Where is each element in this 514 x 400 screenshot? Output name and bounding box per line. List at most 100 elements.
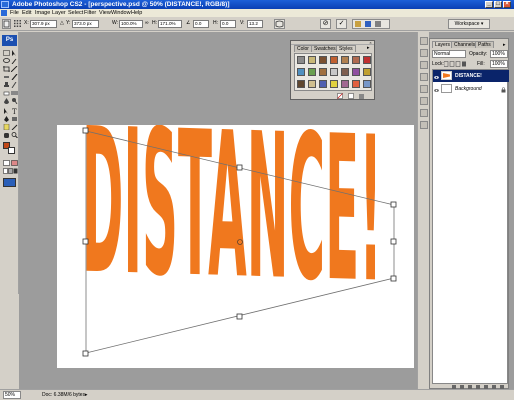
menu-filter[interactable]: Filter xyxy=(84,9,96,17)
cancel-transform-button[interactable]: ⊘ xyxy=(320,19,331,29)
zoom-tool-icon[interactable] xyxy=(11,132,18,139)
tab-color[interactable]: Color xyxy=(294,45,312,52)
gradient-tool-icon[interactable] xyxy=(11,90,18,96)
menu-help[interactable]: Help xyxy=(131,9,142,17)
style-swatch[interactable] xyxy=(341,68,349,76)
fill-field[interactable]: 100% xyxy=(490,60,508,68)
move-tool-icon[interactable] xyxy=(11,50,18,56)
visibility-eye-icon[interactable] xyxy=(434,73,439,79)
new-style-icon[interactable] xyxy=(348,93,355,99)
zoom-field[interactable]: 50% xyxy=(3,391,21,399)
dock-info-icon[interactable] xyxy=(420,97,428,105)
restore-button[interactable]: □ xyxy=(494,1,502,8)
tab-layers[interactable]: Layers xyxy=(432,41,454,48)
height-field[interactable]: 171.0% xyxy=(158,20,182,28)
eyedropper-tool-icon[interactable] xyxy=(11,124,18,131)
notes-tool-icon[interactable] xyxy=(3,123,10,131)
style-swatch[interactable] xyxy=(341,56,349,64)
visibility-eye-icon[interactable] xyxy=(434,86,439,92)
dodge-tool-icon[interactable] xyxy=(11,98,18,105)
style-swatch[interactable] xyxy=(319,80,327,88)
x-position-field[interactable]: 307.9 px xyxy=(30,20,57,28)
handle-middle-right[interactable] xyxy=(390,238,397,245)
style-swatch[interactable] xyxy=(319,68,327,76)
ps-logo-icon[interactable]: Ps xyxy=(2,35,17,46)
panel-menu-icon[interactable]: ▸ xyxy=(367,46,373,51)
document-canvas[interactable]: DISTANCE! xyxy=(57,85,414,368)
y-position-field[interactable]: 373.0 px xyxy=(72,20,99,28)
dock-tool-presets-icon[interactable] xyxy=(420,85,428,93)
minimize-button[interactable]: _ xyxy=(485,1,493,8)
opacity-field[interactable]: 100% xyxy=(490,50,508,58)
menu-view[interactable]: View xyxy=(99,9,111,17)
blend-mode-select[interactable]: Normal xyxy=(432,50,466,58)
tab-swatches[interactable]: Swatches xyxy=(311,45,339,52)
shape-tool-icon[interactable] xyxy=(11,116,18,122)
lasso-tool-icon[interactable] xyxy=(3,58,10,64)
menu-window[interactable]: Window xyxy=(111,9,131,17)
jump-to-imageready-icon[interactable] xyxy=(3,178,16,187)
style-swatch[interactable] xyxy=(330,56,338,64)
healing-brush-tool-icon[interactable] xyxy=(3,74,10,80)
style-swatch[interactable] xyxy=(352,56,360,64)
lock-icons[interactable] xyxy=(443,61,466,67)
menu-file[interactable]: File xyxy=(10,9,19,17)
style-swatch[interactable] xyxy=(308,80,316,88)
style-swatch[interactable] xyxy=(341,80,349,88)
magic-wand-tool-icon[interactable] xyxy=(11,58,18,65)
tab-styles[interactable]: Styles xyxy=(336,45,356,52)
workspace-menu[interactable]: Workspace ▾ xyxy=(448,19,490,29)
handle-top-right[interactable] xyxy=(390,201,397,208)
dock-history-icon[interactable] xyxy=(420,49,428,57)
width-field[interactable]: 100.0% xyxy=(119,20,143,28)
handle-bottom-right[interactable] xyxy=(390,275,397,282)
style-swatch[interactable] xyxy=(363,80,371,88)
layer-row-distance[interactable]: DISTANCE! xyxy=(433,70,509,82)
style-swatch[interactable] xyxy=(330,80,338,88)
style-swatch[interactable] xyxy=(330,68,338,76)
handle-middle-left[interactable] xyxy=(82,238,89,245)
blur-tool-icon[interactable] xyxy=(3,98,10,104)
quick-mask-mode-icon[interactable] xyxy=(11,160,18,166)
delete-style-icon[interactable] xyxy=(358,93,365,99)
hand-tool-icon[interactable] xyxy=(3,132,10,138)
layer-row-background[interactable]: Background xyxy=(433,83,509,95)
style-swatch[interactable] xyxy=(297,80,305,88)
menu-layer[interactable]: Layer xyxy=(52,9,66,17)
layer-name-background[interactable]: Background xyxy=(455,83,482,95)
style-swatch[interactable] xyxy=(308,56,316,64)
dock-paragraph-icon[interactable] xyxy=(420,121,428,129)
history-brush-tool-icon[interactable] xyxy=(11,81,18,89)
dock-character-icon[interactable] xyxy=(420,109,428,117)
tab-paths[interactable]: Paths xyxy=(475,41,494,48)
standard-mode-icon[interactable] xyxy=(3,160,10,166)
transformed-text-layer[interactable]: DISTANCE! xyxy=(57,85,414,368)
path-selection-tool-icon[interactable] xyxy=(3,108,10,114)
style-swatch[interactable] xyxy=(297,56,305,64)
menu-image[interactable]: Image xyxy=(35,9,50,17)
link-chain-icon[interactable]: ∞ xyxy=(145,20,149,27)
clear-style-icon[interactable] xyxy=(337,93,344,99)
clone-stamp-tool-icon[interactable] xyxy=(3,82,10,88)
crop-tool-icon[interactable] xyxy=(3,66,10,72)
screen-mode-icon[interactable] xyxy=(3,168,18,174)
layer-name-distance[interactable]: DISTANCE! xyxy=(455,70,482,82)
layers-panel-menu-icon[interactable]: ▸ xyxy=(503,42,506,48)
transform-tool-icon[interactable] xyxy=(2,19,11,29)
marquee-tool-icon[interactable] xyxy=(3,50,10,56)
close-button[interactable]: × xyxy=(503,1,511,8)
ps-menu-icon[interactable] xyxy=(1,10,7,16)
eraser-tool-icon[interactable] xyxy=(3,90,10,96)
style-swatch[interactable] xyxy=(319,56,327,64)
handle-top-middle[interactable] xyxy=(236,164,243,171)
style-swatch[interactable] xyxy=(352,80,360,88)
brush-tool-icon[interactable] xyxy=(11,73,18,81)
v-skew-field[interactable]: 13.2 xyxy=(247,20,263,28)
type-tool-icon[interactable]: T xyxy=(11,108,18,116)
rotate-field[interactable]: 0.0 xyxy=(193,20,209,28)
warp-mode-button[interactable] xyxy=(274,19,285,29)
reference-point-icon[interactable] xyxy=(14,20,21,27)
h-skew-field[interactable]: 0.0 xyxy=(220,20,236,28)
style-swatch[interactable] xyxy=(308,68,316,76)
pen-tool-icon[interactable] xyxy=(3,116,10,122)
